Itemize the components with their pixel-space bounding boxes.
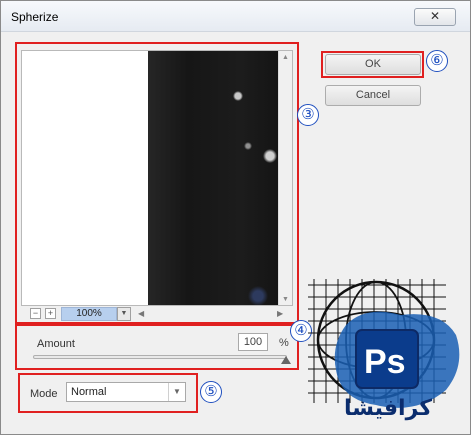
cancel-button[interactable]: Cancel bbox=[325, 85, 421, 106]
close-button[interactable]: ✕ bbox=[414, 8, 456, 26]
title-bar: Spherize ✕ bbox=[1, 1, 470, 32]
dialog-title: Spherize bbox=[11, 10, 59, 24]
close-icon: ✕ bbox=[429, 9, 441, 23]
annotation-number-6: ⑥ bbox=[426, 50, 448, 72]
annotation-box-preview bbox=[15, 42, 299, 324]
ps-logo-text: Ps bbox=[364, 343, 406, 381]
annotation-number-5: ⑤ bbox=[200, 381, 222, 403]
arabic-logo-text: كرافيشا bbox=[344, 396, 432, 421]
annotation-number-3: ③ bbox=[297, 104, 319, 126]
annotation-box-mode bbox=[18, 373, 198, 413]
annotation-box-ok bbox=[321, 51, 424, 78]
annotation-box-amount bbox=[15, 324, 299, 370]
photoshop-logo-watermark: Ps كرافيشا bbox=[308, 279, 460, 421]
